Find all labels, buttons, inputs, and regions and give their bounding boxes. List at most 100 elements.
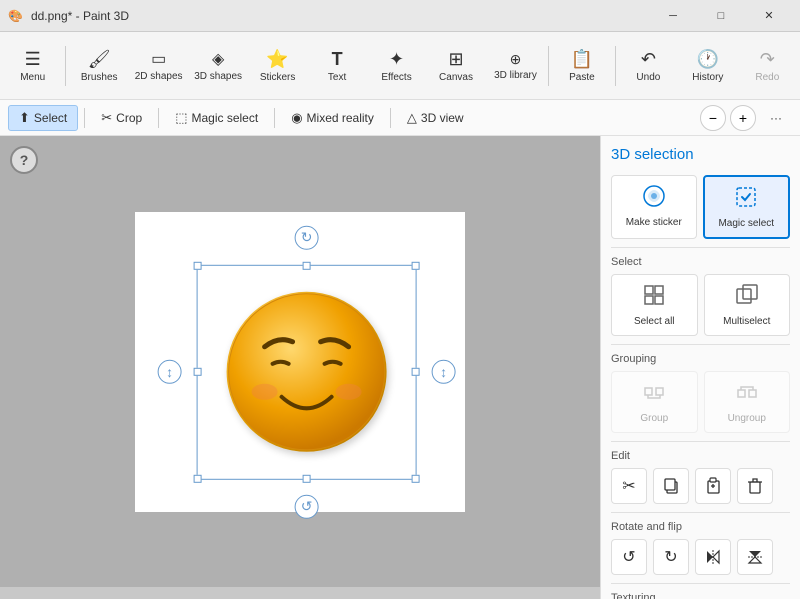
titlebar-controls: ─ □ ✕ bbox=[650, 0, 792, 32]
rotate-right-button[interactable]: ↻ bbox=[653, 539, 689, 575]
ungroup-icon bbox=[735, 380, 759, 409]
canvas-scrollbar[interactable] bbox=[0, 587, 600, 599]
divider-3 bbox=[611, 441, 790, 442]
titlebar-title: dd.png* - Paint 3D bbox=[31, 9, 129, 23]
3d-view-icon: △ bbox=[407, 110, 417, 126]
make-sticker-icon bbox=[642, 184, 666, 213]
magic-select-panel-button[interactable]: Magic select bbox=[703, 175, 791, 239]
paste-label: Paste bbox=[569, 72, 595, 83]
select-button[interactable]: ⬆ Select bbox=[8, 105, 78, 131]
subbar-sep-3 bbox=[274, 108, 275, 128]
select-icon: ⬆ bbox=[19, 110, 30, 126]
rotate-flip-buttons: ↺ ↻ bbox=[611, 539, 790, 575]
magic-select-icon: ⬚ bbox=[175, 110, 187, 126]
group-icon bbox=[642, 380, 666, 409]
close-button[interactable]: ✕ bbox=[746, 0, 792, 32]
crop-button[interactable]: ✂ Crop bbox=[91, 106, 152, 130]
select-all-button[interactable]: Select all bbox=[611, 274, 698, 336]
toolbar-effects[interactable]: ✦ Effects bbox=[368, 36, 425, 96]
toolbar-undo[interactable]: ↶ Undo bbox=[620, 36, 677, 96]
rotate-left-button[interactable]: ↺ bbox=[611, 539, 647, 575]
select-buttons: Select all Multiselect bbox=[611, 274, 790, 336]
stickers-icon: ⭐ bbox=[266, 49, 288, 70]
delete-button[interactable] bbox=[737, 468, 773, 504]
main: ? bbox=[0, 136, 800, 599]
effects-icon: ✦ bbox=[389, 49, 404, 70]
select-label: Select bbox=[34, 111, 67, 125]
mixed-reality-label: Mixed reality bbox=[307, 111, 374, 125]
divider-5 bbox=[611, 583, 790, 584]
3d-library-label: 3D library bbox=[494, 70, 537, 81]
cut-button[interactable]: ✂ bbox=[611, 468, 647, 504]
minimize-button[interactable]: ─ bbox=[650, 0, 696, 32]
grouping-section-label: Grouping bbox=[611, 353, 790, 365]
select-all-label: Select all bbox=[634, 316, 675, 327]
paste-special-button[interactable] bbox=[695, 468, 731, 504]
right-panel: 3D selection Make sticker Magic select S… bbox=[600, 136, 800, 599]
edit-section-label: Edit bbox=[611, 450, 790, 462]
zoom-in-button[interactable]: + bbox=[730, 105, 756, 131]
text-label: Text bbox=[328, 72, 346, 83]
flip-horizontal-button[interactable] bbox=[695, 539, 731, 575]
group-button[interactable]: Group bbox=[611, 371, 698, 433]
toolbar-3d-library[interactable]: ⊕ 3D library bbox=[487, 36, 544, 96]
canvas-background bbox=[135, 212, 465, 512]
texturing-section-label: Texturing bbox=[611, 592, 790, 599]
3d-shapes-icon: ◈ bbox=[212, 49, 224, 69]
multiselect-label: Multiselect bbox=[723, 316, 770, 327]
history-label: History bbox=[692, 72, 723, 83]
restore-button[interactable]: □ bbox=[698, 0, 744, 32]
crop-label: Crop bbox=[116, 111, 142, 125]
toolbar-3d-shapes[interactable]: ◈ 3D shapes bbox=[189, 36, 246, 96]
2d-shapes-icon: ▭ bbox=[151, 49, 166, 69]
toolbar-canvas[interactable]: ⊞ Canvas bbox=[427, 36, 484, 96]
titlebar: 🎨 dd.png* - Paint 3D ─ □ ✕ bbox=[0, 0, 800, 32]
ungroup-button[interactable]: Ungroup bbox=[704, 371, 791, 433]
undo-label: Undo bbox=[636, 72, 660, 83]
toolbar-divider-2 bbox=[548, 46, 549, 86]
titlebar-left: 🎨 dd.png* - Paint 3D bbox=[8, 9, 129, 23]
subbar-sep-2 bbox=[158, 108, 159, 128]
brushes-icon: 🖌 bbox=[88, 49, 111, 70]
grouping-buttons: Group Ungroup bbox=[611, 371, 790, 433]
text-icon: T bbox=[332, 49, 343, 70]
rotate-flip-section-label: Rotate and flip bbox=[611, 521, 790, 533]
toolbar: ☰ Menu 🖌 Brushes ▭ 2D shapes ◈ 3D shapes… bbox=[0, 32, 800, 100]
magic-select-button[interactable]: ⬚ Magic select bbox=[165, 106, 268, 130]
magic-select-panel-icon bbox=[734, 185, 758, 214]
flip-vertical-button[interactable] bbox=[737, 539, 773, 575]
more-button[interactable]: ··· bbox=[760, 105, 792, 131]
history-icon: 🕐 bbox=[697, 49, 719, 70]
multiselect-button[interactable]: Multiselect bbox=[704, 274, 791, 336]
redo-label: Redo bbox=[755, 72, 779, 83]
stickers-label: Stickers bbox=[260, 72, 296, 83]
3d-view-button[interactable]: △ 3D view bbox=[397, 106, 474, 130]
copy-button[interactable] bbox=[653, 468, 689, 504]
make-sticker-button[interactable]: Make sticker bbox=[611, 175, 697, 239]
divider-1 bbox=[611, 247, 790, 248]
canvas-area[interactable]: ? bbox=[0, 136, 600, 599]
3d-shapes-label: 3D shapes bbox=[194, 71, 242, 82]
toolbar-2d-shapes[interactable]: ▭ 2D shapes bbox=[130, 36, 187, 96]
app-icon: 🎨 bbox=[8, 9, 23, 23]
panel-top-buttons: Make sticker Magic select bbox=[611, 175, 790, 239]
magic-select-label: Magic select bbox=[191, 111, 258, 125]
toolbar-text[interactable]: T Text bbox=[308, 36, 365, 96]
subbar-right: − + ··· bbox=[700, 105, 792, 131]
toolbar-history[interactable]: 🕐 History bbox=[679, 36, 736, 96]
edit-buttons: ✂ bbox=[611, 468, 790, 504]
toolbar-redo[interactable]: ↷ Redo bbox=[739, 36, 796, 96]
mixed-reality-icon: ◉ bbox=[291, 110, 302, 126]
make-sticker-label: Make sticker bbox=[626, 217, 682, 228]
toolbar-stickers[interactable]: ⭐ Stickers bbox=[249, 36, 306, 96]
toolbar-paste[interactable]: 📋 Paste bbox=[553, 36, 610, 96]
toolbar-menu[interactable]: ☰ Menu bbox=[4, 36, 61, 96]
subbar: ⬆ Select ✂ Crop ⬚ Magic select ◉ Mixed r… bbox=[0, 100, 800, 136]
mixed-reality-button[interactable]: ◉ Mixed reality bbox=[281, 106, 384, 130]
toolbar-brushes[interactable]: 🖌 Brushes bbox=[70, 36, 127, 96]
group-label: Group bbox=[640, 413, 668, 424]
multiselect-icon bbox=[735, 283, 759, 312]
magic-select-panel-label: Magic select bbox=[718, 218, 774, 229]
zoom-out-button[interactable]: − bbox=[700, 105, 726, 131]
help-button[interactable]: ? bbox=[10, 146, 38, 174]
